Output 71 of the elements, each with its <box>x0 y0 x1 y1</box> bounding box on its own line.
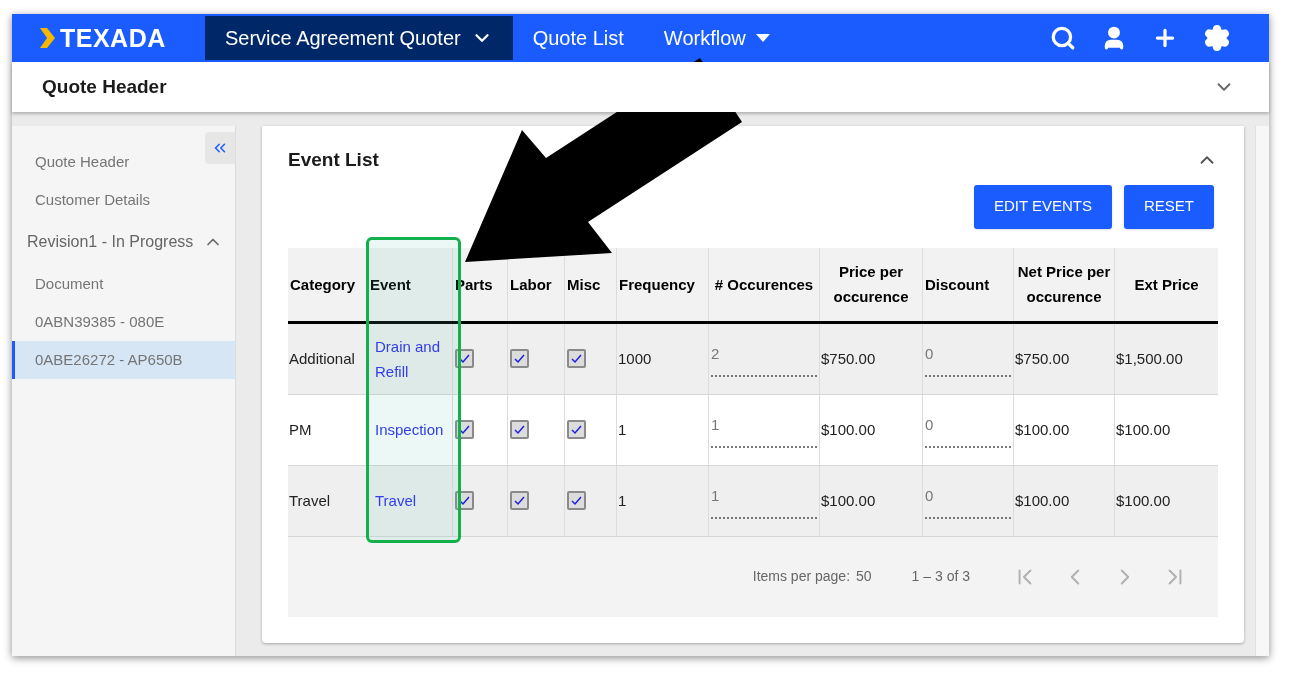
section-title: Quote Header <box>42 74 167 99</box>
check-icon <box>513 352 526 365</box>
table-cell-text: PM <box>288 420 313 440</box>
number-input-field[interactable]: 0 <box>925 411 1011 448</box>
page-range-text: 1 – 3 of 3 <box>911 567 970 586</box>
table-cell: $100.00 <box>1114 394 1218 465</box>
table-cell-text: Travel <box>288 491 332 511</box>
checkbox[interactable] <box>510 420 529 439</box>
table-cell: 1000 <box>616 323 708 394</box>
search-icon[interactable] <box>1050 25 1076 51</box>
event-link[interactable]: Inspection <box>375 417 444 442</box>
check-icon <box>570 423 583 436</box>
column-header: Frequency <box>616 247 708 321</box>
number-input-field[interactable]: 0 <box>925 482 1011 519</box>
check-icon <box>570 494 583 507</box>
number-input-field[interactable]: 0 <box>925 340 1011 377</box>
column-header: Discount <box>922 247 1013 321</box>
caret-icon <box>755 34 770 42</box>
table-cell: $100.00 <box>1013 394 1114 465</box>
sidebar-item[interactable]: 0ABN39385 - 080E <box>12 303 165 341</box>
logo-text: TEXADA <box>60 25 166 51</box>
table-cell: $100.00 <box>1114 465 1218 536</box>
nav-menu[interactable]: Workflow <box>643 16 790 60</box>
event-link[interactable]: Drain and Refill <box>375 333 452 384</box>
collapse-sidebar-button[interactable] <box>205 132 235 164</box>
table-cell: $100.00 <box>819 465 922 536</box>
check-icon <box>458 494 471 507</box>
checkbox[interactable] <box>567 420 586 439</box>
check-icon <box>458 352 471 365</box>
sidebar-item[interactable]: Document <box>12 265 104 303</box>
nav-menu[interactable]: Quote List <box>512 16 644 60</box>
logo-chevron-icon <box>40 28 56 48</box>
table-cell: $1,500.00 <box>1114 323 1218 394</box>
table-cell: $750.00 <box>819 323 922 394</box>
check-icon <box>513 494 526 507</box>
sidebar-item[interactable]: Customer Details <box>12 181 151 219</box>
action-button[interactable]: EDIT EVENTS <box>973 184 1112 229</box>
action-button[interactable]: RESET <box>1124 184 1214 229</box>
checkbox[interactable] <box>510 491 529 510</box>
table-cell: 1 <box>616 465 708 536</box>
checkbox[interactable] <box>455 420 474 439</box>
sidebar-item[interactable]: Quote Header <box>12 143 130 181</box>
column-header: Price per occurence <box>819 247 922 321</box>
sidebar-item[interactable]: 0ABE26272 - AP650B <box>12 341 235 379</box>
table-cell-text: Additional <box>288 349 356 369</box>
checkbox[interactable] <box>455 491 474 510</box>
table-cell: $750.00 <box>1013 323 1114 394</box>
checkbox[interactable] <box>567 349 586 368</box>
checkbox[interactable] <box>510 349 529 368</box>
column-header: # Occurences <box>708 247 819 321</box>
table-cell: $100.00 <box>819 394 922 465</box>
check-icon <box>458 423 471 436</box>
number-input-field[interactable]: 1 <box>711 411 817 448</box>
column-header: Net Price per occurence <box>1013 247 1114 321</box>
number-input-field[interactable]: 1 <box>711 482 817 519</box>
table-cell: $100.00 <box>1013 465 1114 536</box>
check-icon <box>570 352 583 365</box>
items-per-page-label: Items per page: <box>752 567 851 586</box>
column-header: Ext Price <box>1114 247 1218 321</box>
page-size-select[interactable]: 50 <box>856 566 872 587</box>
number-input-field[interactable]: 2 <box>711 340 817 377</box>
card-title: Event List <box>288 148 379 172</box>
checkbox[interactable] <box>455 349 474 368</box>
checkbox[interactable] <box>567 491 586 510</box>
nav-menu[interactable]: Service Agreement Quoter <box>205 16 513 60</box>
event-link[interactable]: Travel <box>375 488 417 513</box>
check-icon <box>513 423 526 436</box>
column-header: Category <box>289 274 357 295</box>
table-cell: 1 <box>616 394 708 465</box>
column-header: Event <box>367 247 452 321</box>
sidebar-group[interactable]: Revision1 - In Progress <box>12 219 235 265</box>
